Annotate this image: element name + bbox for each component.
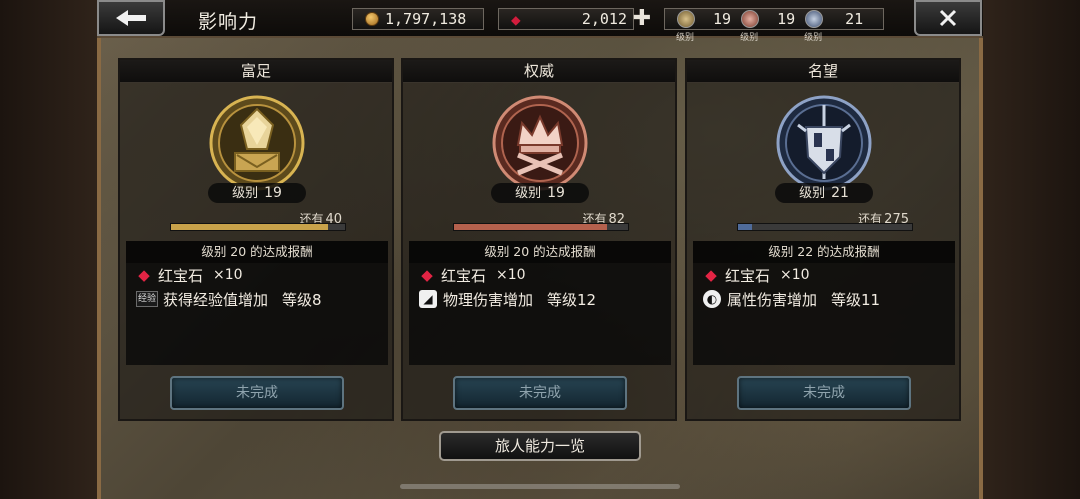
level-indicator: 级别 19 xyxy=(491,183,589,203)
level-label: 级别 xyxy=(799,186,826,201)
power-badge-level: 19 xyxy=(777,10,796,28)
incomplete-button[interactable]: 未完成 xyxy=(170,376,344,410)
wealth-badge-level: 19 xyxy=(713,10,732,28)
level-value: 19 xyxy=(264,185,282,201)
reward-name: 红宝石 xyxy=(441,266,487,285)
add-rubies-button[interactable]: ✚ xyxy=(630,5,654,31)
elemental-attack-icon: ◐ xyxy=(703,290,721,308)
plus-icon: ✚ xyxy=(632,5,652,31)
panel-title: 名望 xyxy=(687,60,959,83)
fame-panel: 名望 级别 21 还有 275 级别 22 的达成报酬 ◆ 红宝石 ×10 ◐ 属性… xyxy=(685,58,961,421)
progress-bar xyxy=(453,223,629,231)
gold-coin-icon xyxy=(365,12,379,26)
panel-title: 富足 xyxy=(120,60,392,83)
reward-level: 等级8 xyxy=(282,290,322,309)
panel-title: 权威 xyxy=(403,60,675,83)
fame-emblem-icon xyxy=(776,95,872,191)
ruby-icon: ◆ xyxy=(511,9,521,29)
back-arrow-icon xyxy=(116,10,146,26)
level-value: 19 xyxy=(547,185,565,201)
reward-quantity: ×10 xyxy=(780,267,810,283)
close-icon xyxy=(939,9,957,27)
reward-item-bonus: 经验 获得经验值增加 等级8 xyxy=(126,287,388,311)
ruby-icon: ◆ xyxy=(138,266,150,284)
progress-fill xyxy=(454,224,608,230)
reward-title: 级别 20 的达成报酬 xyxy=(409,241,671,263)
wealth-badge-icon: 级别 xyxy=(676,10,695,43)
reward-item-ruby: ◆ 红宝石 ×10 xyxy=(409,263,671,287)
progress-bar xyxy=(170,223,346,231)
reward-title: 级别 22 的达成报酬 xyxy=(693,241,955,263)
level-indicator: 级别 21 xyxy=(775,183,873,203)
level-label: 级别 xyxy=(232,186,259,201)
wealth-badge-caption: 级别 xyxy=(676,33,695,43)
reward-name: 红宝石 xyxy=(725,266,771,285)
wealth-panel: 富足 级别 19 还有 40 级别 20 的达成报酬 ◆ 红宝石 ×10 经验 获得… xyxy=(118,58,394,421)
power-badge-caption: 级别 xyxy=(740,33,759,43)
power-badge-icon: 级别 xyxy=(740,10,760,43)
fame-badge-caption: 级别 xyxy=(804,33,823,43)
influence-levels-summary: 级别 19 级别 19 级别 21 xyxy=(664,8,884,43)
gold-counter: 1,797,138 xyxy=(352,8,484,30)
home-indicator xyxy=(400,484,680,489)
power-panel: 权威 级别 19 还有 82 级别 20 的达成报酬 ◆ 红宝石 ×10 ◢ 物理伤… xyxy=(401,58,677,421)
power-emblem-icon xyxy=(492,95,588,191)
fame-badge-level: 21 xyxy=(845,10,864,28)
fame-badge-icon: 级别 xyxy=(804,10,824,43)
experience-icon: 经验 xyxy=(136,291,158,307)
progress-fill xyxy=(738,224,752,230)
right-frame xyxy=(983,0,1080,499)
reward-box: 级别 20 的达成报酬 ◆ 红宝石 ×10 ◢ 物理伤害增加 等级12 xyxy=(409,241,671,365)
level-label: 级别 xyxy=(515,186,542,201)
progress-fill xyxy=(171,224,328,230)
ruby-icon: ◆ xyxy=(705,266,717,284)
ruby-amount: 2,012 xyxy=(581,10,627,28)
reward-item-ruby: ◆ 红宝石 ×10 xyxy=(693,263,955,287)
left-frame xyxy=(0,0,97,499)
reward-level: 等级11 xyxy=(831,290,881,309)
reward-quantity: ×10 xyxy=(496,267,526,283)
reward-item-bonus: ◢ 物理伤害增加 等级12 xyxy=(409,287,671,311)
reward-name: 获得经验值增加 xyxy=(163,290,269,309)
page-title: 影响力 xyxy=(198,11,259,33)
physical-attack-icon: ◢ xyxy=(419,290,437,308)
incomplete-button[interactable]: 未完成 xyxy=(453,376,627,410)
progress-bar xyxy=(737,223,913,231)
gold-amount: 1,797,138 xyxy=(385,10,467,28)
reward-level: 等级12 xyxy=(547,290,597,309)
level-indicator: 级别 19 xyxy=(208,183,306,203)
reward-name: 红宝石 xyxy=(158,266,204,285)
reward-name: 物理伤害增加 xyxy=(443,290,534,309)
incomplete-button[interactable]: 未完成 xyxy=(737,376,911,410)
reward-quantity: ×10 xyxy=(213,267,243,283)
wealth-emblem-icon xyxy=(209,95,305,191)
back-button[interactable] xyxy=(97,0,165,36)
reward-title: 级别 20 的达成报酬 xyxy=(126,241,388,263)
ruby-icon: ◆ xyxy=(421,266,433,284)
close-button[interactable] xyxy=(914,0,982,36)
reward-name: 属性伤害增加 xyxy=(727,290,818,309)
level-value: 21 xyxy=(831,185,849,201)
reward-item-ruby: ◆ 红宝石 ×10 xyxy=(126,263,388,287)
reward-box: 级别 20 的达成报酬 ◆ 红宝石 ×10 经验 获得经验值增加 等级8 xyxy=(126,241,388,365)
reward-item-bonus: ◐ 属性伤害增加 等级11 xyxy=(693,287,955,311)
reward-box: 级别 22 的达成报酬 ◆ 红宝石 ×10 ◐ 属性伤害增加 等级11 xyxy=(693,241,955,365)
ruby-counter: ◆ 2,012 xyxy=(498,8,634,30)
traveler-abilities-button[interactable]: 旅人能力一览 xyxy=(439,431,641,461)
